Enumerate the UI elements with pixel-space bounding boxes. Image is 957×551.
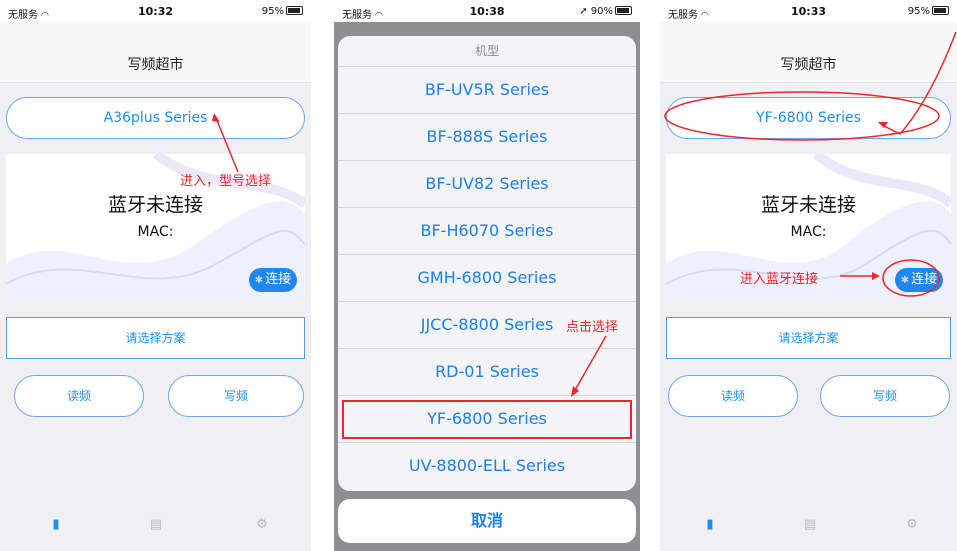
gear-icon[interactable]: ⚙ xyxy=(252,517,272,537)
battery-icon xyxy=(932,6,949,15)
connect-button[interactable]: ✱ 连接 xyxy=(895,268,943,292)
option-yf-6800[interactable]: YF-6800 Series xyxy=(338,396,636,443)
radio-icon[interactable]: ▮ xyxy=(700,517,720,537)
option-bf-uv82[interactable]: BF-UV82 Series xyxy=(338,161,636,208)
bluetooth-status: 蓝牙未连接 xyxy=(107,194,203,216)
location-icon: ➚ xyxy=(579,6,588,17)
document-icon[interactable]: ▤ xyxy=(800,517,820,537)
page-title: 写频超市 xyxy=(127,57,184,73)
cancel-button[interactable]: 取消 xyxy=(338,499,636,543)
sheet-title: 机型 xyxy=(338,36,636,67)
option-gmh-6800[interactable]: GMH-6800 Series xyxy=(338,255,636,302)
annotation-model-select: 进入，型号选择 xyxy=(180,174,272,189)
nav-bar: 写频超市 xyxy=(660,22,957,83)
mac-label: MAC: xyxy=(137,224,174,240)
battery: 95% xyxy=(262,6,303,17)
gear-icon[interactable]: ⚙ xyxy=(902,517,922,537)
status-bar: 无服务 ◠ 10:38 ➚ 90% xyxy=(334,0,640,22)
battery: ➚ 90% xyxy=(579,6,632,17)
option-uv-8800[interactable]: UV-8800-ELL Series xyxy=(338,443,636,489)
annotation-tap-select: 点击选择 xyxy=(566,320,619,335)
option-bf-uv5r[interactable]: BF-UV5R Series xyxy=(338,67,636,114)
status-bar: 无服务 ◠ 10:32 95% xyxy=(0,0,311,22)
nav-bar: 写频超市 xyxy=(0,22,311,83)
write-button[interactable]: 写频 xyxy=(820,375,950,417)
status-bar: 无服务 ◠ 10:33 95% xyxy=(660,0,957,22)
radio-icon[interactable]: ▮ xyxy=(46,517,66,537)
main-content: A36plus Series 蓝牙未连接 MAC: ✱ 连接 请选择方案 读频 写… xyxy=(0,83,311,551)
option-bf-888s[interactable]: BF-888S Series xyxy=(338,114,636,161)
battery-icon xyxy=(286,6,303,15)
screen-right: 无服务 ◠ 10:33 95% 写频超市 YF-6800 Series 蓝牙未连接… xyxy=(660,0,957,551)
main-content: YF-6800 Series 蓝牙未连接 MAC: ✱ 连接 请选择方案 读频 写… xyxy=(660,83,957,551)
scheme-select-button[interactable]: 请选择方案 xyxy=(666,317,951,359)
bluetooth-icon: ✱ xyxy=(254,275,264,286)
document-icon[interactable]: ▤ xyxy=(146,517,166,537)
battery: 95% xyxy=(908,6,949,17)
model-select-button[interactable]: A36plus Series xyxy=(6,97,305,139)
battery-icon xyxy=(615,6,632,15)
option-rd-01[interactable]: RD-01 Series xyxy=(338,349,636,396)
write-button[interactable]: 写频 xyxy=(168,375,304,417)
read-button[interactable]: 读频 xyxy=(668,375,798,417)
annotation-bluetooth-connect: 进入蓝牙连接 xyxy=(740,272,819,287)
read-button[interactable]: 读频 xyxy=(14,375,144,417)
tab-bar: ▮ ▤ ⚙ xyxy=(660,503,957,551)
mac-label: MAC: xyxy=(790,224,827,240)
screen-middle: 无服务 ◠ 10:38 ➚ 90% 机型 BF-UV5R Series BF-88… xyxy=(334,0,640,551)
bluetooth-status: 蓝牙未连接 xyxy=(760,194,856,216)
page-title: 写频超市 xyxy=(780,57,837,73)
screen-left: 无服务 ◠ 10:32 95% 写频超市 A36plus Series 蓝牙未连接… xyxy=(0,0,311,551)
tab-bar: ▮ ▤ ⚙ xyxy=(0,503,311,551)
option-bf-h6070[interactable]: BF-H6070 Series xyxy=(338,208,636,255)
model-action-sheet: 机型 BF-UV5R Series BF-888S Series BF-UV82… xyxy=(338,36,636,491)
connect-button[interactable]: ✱ 连接 xyxy=(249,268,297,292)
model-select-button[interactable]: YF-6800 Series xyxy=(666,97,951,139)
bluetooth-icon: ✱ xyxy=(900,275,910,286)
scheme-select-button[interactable]: 请选择方案 xyxy=(6,317,305,359)
